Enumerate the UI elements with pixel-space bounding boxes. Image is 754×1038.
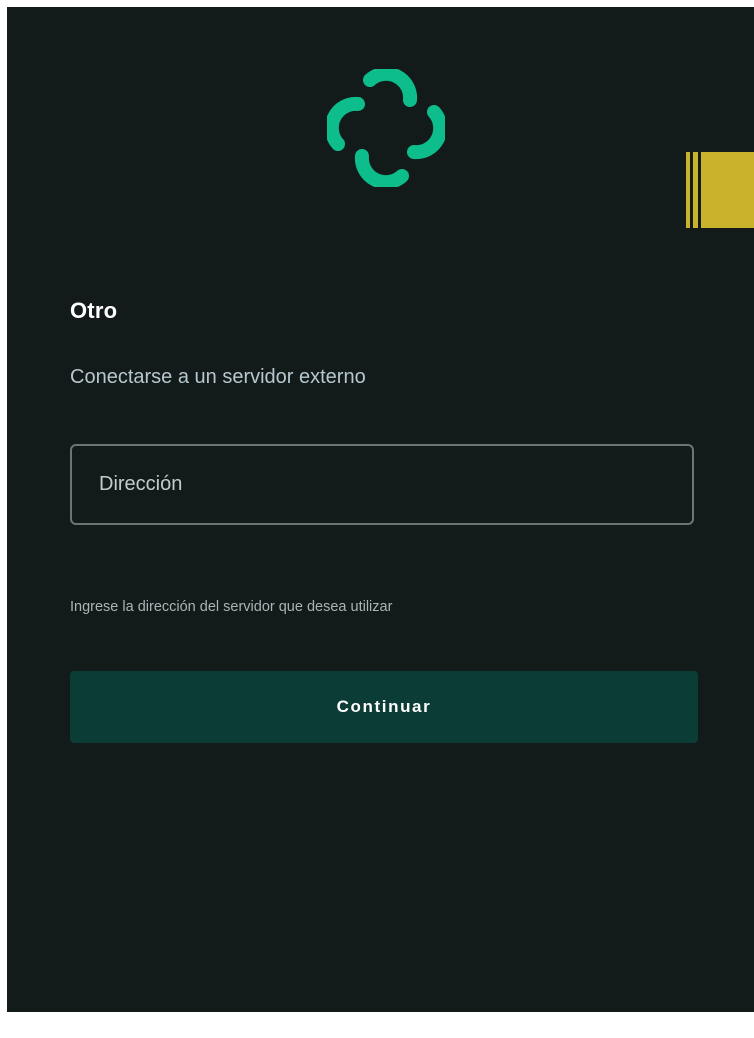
server-address-input[interactable]: [70, 444, 694, 525]
server-selection-screen: Otro Conectarse a un servidor externo In…: [7, 7, 754, 1012]
continue-button[interactable]: Continuar: [70, 671, 698, 743]
page-subtitle: Conectarse a un servidor externo: [70, 366, 366, 388]
element-logo-icon: [327, 69, 445, 187]
address-hint: Ingrese la dirección del servidor que de…: [70, 599, 393, 615]
page-title: Otro: [70, 298, 118, 323]
side-marker: [686, 152, 754, 228]
